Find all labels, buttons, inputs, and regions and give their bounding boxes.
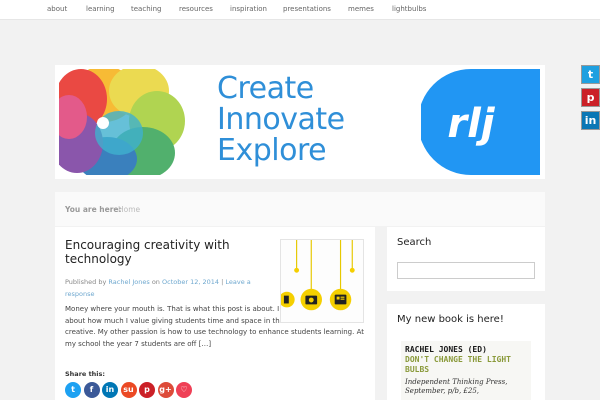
book-name: DON'T CHANGE THE LIGHT BULBS bbox=[405, 355, 511, 374]
breadcrumb-home-link[interactable]: Home bbox=[118, 205, 140, 214]
tagline-innovate: Innovate bbox=[217, 102, 345, 137]
stumbleupon-share-button[interactable]: su bbox=[120, 382, 137, 398]
nav-item-lightbulbs[interactable]: lightbulbs bbox=[392, 5, 426, 13]
top-navigation: about learning teaching resources inspir… bbox=[0, 0, 600, 20]
tagline-explore: Explore bbox=[217, 133, 327, 168]
twitter-icon: t bbox=[71, 385, 75, 394]
book-publisher: Independent Thinking Press, September, p… bbox=[405, 378, 508, 395]
nav-item-teaching[interactable]: teaching bbox=[131, 5, 161, 13]
google-plus-icon: g+ bbox=[159, 385, 172, 394]
stumbleupon-icon: su bbox=[123, 385, 134, 394]
search-widget: Search bbox=[387, 227, 545, 291]
pinterest-share-button[interactable]: p bbox=[581, 88, 600, 107]
post-meta: Published by Rachel Jones on October 12,… bbox=[65, 276, 270, 300]
book-author: RACHEL JONES (ED) bbox=[405, 345, 487, 354]
flower-logo bbox=[59, 69, 185, 175]
share-label: Share this: bbox=[65, 370, 106, 378]
book-widget: My new book is here! RACHEL JONES (ED) D… bbox=[387, 304, 545, 400]
linkedin-share-button[interactable]: in bbox=[581, 111, 600, 130]
book-cover[interactable]: RACHEL JONES (ED) DON'T CHANGE THE LIGHT… bbox=[401, 341, 531, 400]
post-date-link[interactable]: October 12, 2014 bbox=[162, 278, 219, 286]
pinterest-icon: p bbox=[586, 91, 595, 104]
site-banner[interactable]: Create Innovate Explore rlj bbox=[55, 65, 545, 179]
meta-separator: | bbox=[221, 278, 224, 286]
meta-on: on bbox=[151, 278, 160, 286]
badge-text: rlj bbox=[447, 101, 495, 147]
book-widget-title: My new book is here! bbox=[397, 314, 504, 325]
nav-item-resources[interactable]: resources bbox=[179, 5, 213, 13]
search-input[interactable] bbox=[397, 262, 535, 279]
pocket-share-button[interactable]: ♡ bbox=[176, 382, 192, 398]
meta-published-by: Published by bbox=[65, 278, 107, 286]
google-plus-share-button[interactable]: g+ bbox=[157, 382, 174, 398]
linkedin-share-button[interactable]: in bbox=[102, 382, 118, 398]
nav-item-about[interactable]: about bbox=[47, 5, 67, 13]
post-title[interactable]: Encouraging creativity with technology bbox=[65, 238, 270, 266]
facebook-icon: f bbox=[89, 385, 94, 394]
breadcrumb: You are here: Home bbox=[55, 192, 545, 226]
pocket-icon: ♡ bbox=[180, 385, 188, 394]
search-widget-title: Search bbox=[397, 237, 432, 248]
nav-item-presentations[interactable]: presentations bbox=[283, 5, 331, 13]
breadcrumb-label: You are here: bbox=[65, 205, 122, 214]
nav-item-memes[interactable]: memes bbox=[348, 5, 374, 13]
twitter-icon: t bbox=[587, 68, 594, 81]
linkedin-icon: in bbox=[584, 114, 597, 127]
post-card: Encouraging creativity with technology P… bbox=[55, 227, 375, 400]
facebook-share-button[interactable]: f bbox=[83, 382, 100, 398]
twitter-share-button[interactable]: t bbox=[581, 65, 600, 84]
linkedin-icon: in bbox=[105, 385, 115, 394]
post-thumbnail[interactable] bbox=[280, 239, 364, 323]
pinterest-icon: p bbox=[144, 385, 150, 394]
pinterest-share-button[interactable]: p bbox=[139, 382, 155, 398]
nav-item-learning[interactable]: learning bbox=[86, 5, 115, 13]
twitter-share-button[interactable]: t bbox=[65, 382, 81, 398]
tagline-create: Create bbox=[217, 71, 314, 106]
nav-item-inspiration[interactable]: inspiration bbox=[230, 5, 267, 13]
author-link[interactable]: Rachel Jones bbox=[108, 278, 149, 286]
rlj-badge-logo: rlj bbox=[421, 69, 540, 175]
